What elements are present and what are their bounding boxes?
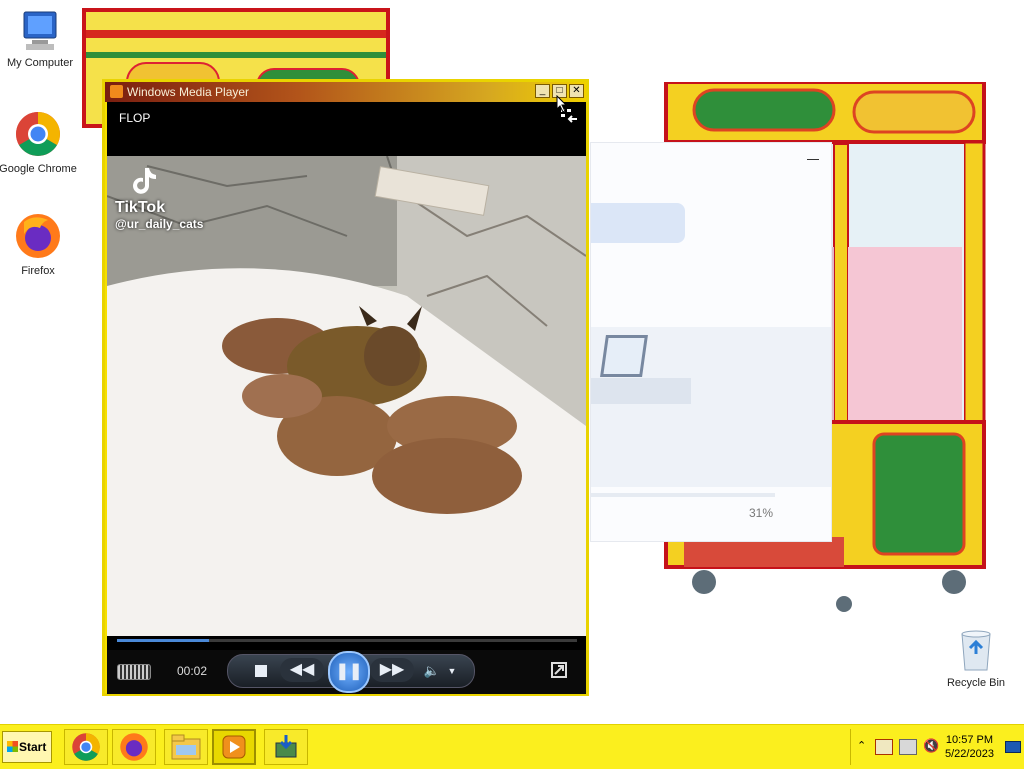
background-window[interactable]: 31% bbox=[590, 142, 832, 542]
desktop-icon-google-chrome[interactable]: Google Chrome bbox=[0, 110, 78, 175]
window-title: Windows Media Player bbox=[127, 85, 250, 99]
clock-time: 10:57 PM bbox=[945, 734, 994, 746]
close-button[interactable]: ✕ bbox=[569, 84, 584, 98]
desktop-icon-label: Google Chrome bbox=[0, 163, 77, 175]
start-label: Start bbox=[19, 740, 47, 754]
desktop-icon-label: My Computer bbox=[6, 57, 74, 69]
minimize-icon[interactable] bbox=[807, 159, 819, 160]
chrome-icon bbox=[72, 733, 100, 761]
media-player-icon bbox=[110, 85, 123, 98]
fullscreen-toggle-icon[interactable] bbox=[551, 662, 567, 678]
elapsed-time: 00:02 bbox=[177, 664, 208, 678]
firefox-icon bbox=[120, 733, 148, 761]
clock-date: 5/22/2023 bbox=[945, 748, 994, 760]
taskbar-app-file-explorer[interactable] bbox=[164, 729, 208, 765]
next-button[interactable]: ▶▶ bbox=[370, 658, 414, 682]
minimize-button[interactable]: _ bbox=[535, 84, 550, 98]
tiktok-logo-icon bbox=[133, 168, 156, 194]
now-playing-title: FLOP bbox=[119, 111, 151, 125]
taskbar-app-firefox[interactable] bbox=[112, 729, 156, 765]
volume-dropdown-icon[interactable]: ▼ bbox=[446, 661, 458, 681]
clock[interactable]: 10:57 PM 5/22/2023 bbox=[945, 733, 994, 761]
taskbar: Start ⌃ 🔇 10:57 PM 5/22/2023 bbox=[0, 724, 1024, 769]
action-center-icon[interactable] bbox=[875, 739, 893, 755]
playback-controls: 00:02 ◀◀ ❚❚ ▶▶ 🔈 ▼ bbox=[107, 650, 586, 694]
taskbar-app-installer[interactable] bbox=[264, 729, 308, 765]
desktop-icon-my-computer[interactable]: My Computer bbox=[0, 10, 80, 69]
taskbar-app-chrome[interactable] bbox=[64, 729, 108, 765]
volume-level-icon[interactable] bbox=[117, 664, 151, 680]
show-hidden-icons-icon[interactable]: ⌃ bbox=[857, 739, 866, 752]
player-area[interactable]: FLOP TikTok @ur_daily_cats 00:02 ◀◀ ❚❚ ▶… bbox=[107, 102, 586, 694]
taskbar-app-windows-media-player[interactable] bbox=[212, 729, 256, 765]
windows-media-player-icon bbox=[222, 735, 246, 759]
windows-logo-icon bbox=[7, 741, 18, 752]
firefox-icon bbox=[16, 214, 60, 258]
stop-button[interactable] bbox=[255, 665, 267, 677]
show-desktop-icon[interactable] bbox=[1005, 741, 1021, 753]
transport-bar: ◀◀ ❚❚ ▶▶ 🔈 ▼ bbox=[227, 651, 475, 693]
installer-icon bbox=[275, 735, 297, 758]
network-icon[interactable] bbox=[899, 739, 917, 755]
progress-percent: 31% bbox=[749, 506, 774, 520]
file-explorer-icon bbox=[171, 734, 201, 760]
media-player-window[interactable]: Windows Media Player _ □ ✕ FLOP TikTok @… bbox=[102, 79, 589, 696]
seek-bar-fill bbox=[117, 639, 209, 642]
desktop-icon-label: Recycle Bin bbox=[946, 677, 1006, 689]
placeholder-desk bbox=[591, 378, 691, 404]
pause-button[interactable]: ❚❚ bbox=[328, 651, 370, 693]
title-bar[interactable]: Windows Media Player _ □ ✕ bbox=[105, 82, 586, 102]
start-button[interactable]: Start bbox=[2, 731, 52, 763]
volume-muted-icon[interactable]: 🔇 bbox=[923, 738, 939, 754]
video-frame[interactable]: TikTok @ur_daily_cats bbox=[107, 156, 586, 636]
tiktok-brand: TikTok bbox=[115, 199, 166, 216]
desktop-icon-recycle-bin[interactable]: Recycle Bin bbox=[936, 624, 1016, 689]
desktop-icon-firefox[interactable]: Firefox bbox=[0, 212, 78, 277]
illustration-icon bbox=[600, 335, 648, 377]
computer-icon bbox=[23, 11, 57, 50]
mouse-pointer-icon bbox=[556, 95, 568, 113]
tiktok-watermark: TikTok @ur_daily_cats bbox=[115, 166, 203, 231]
seek-bar[interactable] bbox=[117, 639, 577, 642]
placeholder-bar bbox=[591, 203, 685, 243]
system-tray: ⌃ 🔇 10:57 PM 5/22/2023 bbox=[850, 729, 1024, 765]
mute-button[interactable]: 🔈 bbox=[422, 661, 442, 681]
desktop-icon-label: Firefox bbox=[21, 265, 55, 277]
recycle-bin-icon bbox=[961, 630, 991, 671]
tiktok-handle: @ur_daily_cats bbox=[115, 217, 204, 231]
progress-track bbox=[591, 493, 775, 497]
chrome-icon bbox=[16, 112, 60, 156]
previous-button[interactable]: ◀◀ bbox=[280, 658, 324, 682]
